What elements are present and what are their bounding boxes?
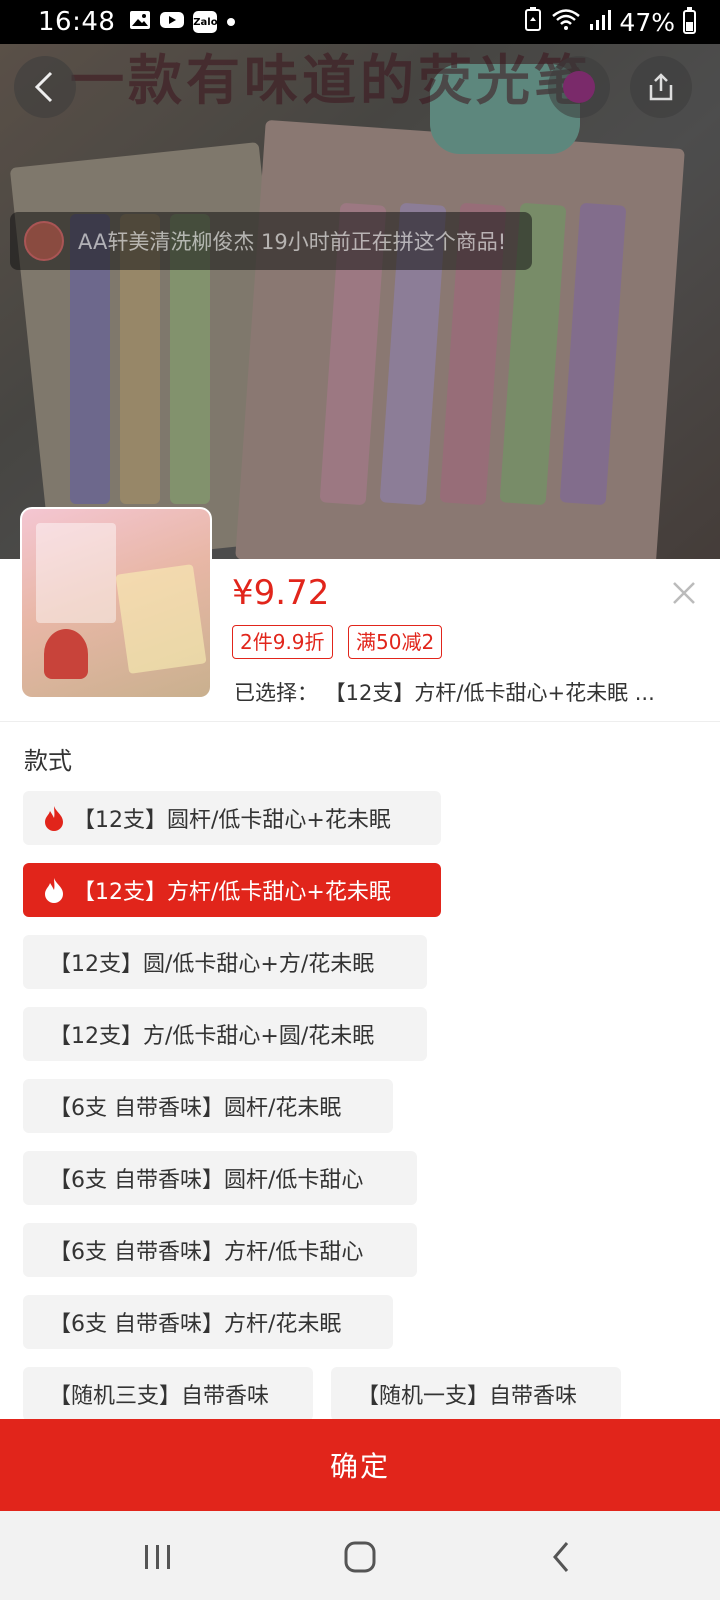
selected-variant-text: 已选择： 【12支】方杆/低卡甜心+花未眠 ... xyxy=(234,681,655,705)
android-nav-bar xyxy=(0,1511,720,1600)
style-option[interactable]: 【12支】圆杆/低卡甜心+花未眠 xyxy=(23,791,441,845)
status-time: 16:48 xyxy=(38,7,116,37)
status-right: 47% xyxy=(523,7,696,37)
status-bar: 16:48 Zalo 47% xyxy=(0,0,720,44)
sku-selection-sheet: ¥9.72 2件9.9折 满50减2 已选择： 【12支】方杆/低卡甜心+花未眠… xyxy=(0,509,720,1421)
hero-banner-text: 一款有味道的荧光笔 xyxy=(70,49,592,112)
style-option[interactable]: 【12支】方/低卡甜心+圆/花未眠 xyxy=(23,1007,427,1061)
product-price: ¥9.72 xyxy=(232,573,330,613)
battery-icon xyxy=(683,7,696,34)
back-button[interactable] xyxy=(14,56,76,118)
favorite-button[interactable] xyxy=(548,56,610,118)
dot-icon xyxy=(225,13,237,32)
product-thumbnail[interactable] xyxy=(22,509,210,697)
image-icon xyxy=(129,10,151,34)
hero-dim-overlay xyxy=(0,44,720,559)
product-hero-image: 一款有味道的荧光笔 AA轩美清洗柳俊杰 19小时前正在拼这个商品! xyxy=(0,44,720,559)
style-option-label: 【随机三支】自带香味 xyxy=(49,1384,270,1409)
close-icon xyxy=(673,582,695,604)
thumbnail-figure xyxy=(44,629,88,679)
style-option[interactable]: 【随机三支】自带香味 xyxy=(23,1367,313,1421)
wifi-icon xyxy=(551,7,581,37)
toast-text: AA轩美清洗柳俊杰 19小时前正在拼这个商品! xyxy=(78,230,507,254)
style-option[interactable]: 【12支】圆/低卡甜心+方/花未眠 xyxy=(23,935,427,989)
style-option-label: 【12支】圆杆/低卡甜心+花未眠 xyxy=(73,808,391,833)
style-option[interactable]: 【6支 自带香味】圆杆/低卡甜心 xyxy=(23,1151,417,1205)
zalo-icon: Zalo xyxy=(193,11,218,33)
group-buy-toast: AA轩美清洗柳俊杰 19小时前正在拼这个商品! xyxy=(10,212,532,270)
recent-apps-button[interactable] xyxy=(134,1533,182,1581)
style-option[interactable]: 【随机一支】自带香味 xyxy=(331,1367,621,1421)
share-button[interactable] xyxy=(630,56,692,118)
flame-icon xyxy=(45,806,63,831)
signal-icon xyxy=(589,8,612,37)
style-option-label: 【6支 自带香味】圆杆/花未眠 xyxy=(49,1096,342,1121)
home-button[interactable] xyxy=(336,1533,384,1581)
style-option-label: 【6支 自带香味】方杆/低卡甜心 xyxy=(49,1240,364,1265)
thumbnail-box xyxy=(36,523,116,623)
close-button[interactable] xyxy=(668,577,700,609)
youtube-icon xyxy=(159,10,185,34)
style-option-label: 【12支】圆/低卡甜心+方/花未眠 xyxy=(49,952,375,977)
recycle-icon xyxy=(523,7,543,37)
confirm-button[interactable]: 确定 xyxy=(0,1419,720,1511)
promo-tag: 满50减2 xyxy=(348,625,443,659)
back-icon xyxy=(553,1542,569,1572)
style-option-label: 【6支 自带香味】方杆/花未眠 xyxy=(49,1312,342,1337)
divider xyxy=(0,721,720,722)
chevron-left-icon xyxy=(34,71,53,103)
recent-apps-icon xyxy=(145,1545,170,1569)
style-option-label: 【6支 自带香味】圆杆/低卡甜心 xyxy=(49,1168,364,1193)
thumbnail-box xyxy=(115,564,207,674)
share-icon xyxy=(649,73,673,101)
style-option[interactable]: 【6支 自带香味】方杆/花未眠 xyxy=(23,1295,393,1349)
battery-percent: 47% xyxy=(619,7,675,37)
home-icon xyxy=(344,1541,376,1573)
status-app-icons: Zalo xyxy=(129,10,237,34)
section-title: 款式 xyxy=(24,747,72,775)
back-nav-button[interactable] xyxy=(538,1533,586,1581)
heart-icon xyxy=(563,71,595,103)
style-option[interactable]: 【6支 自带香味】方杆/低卡甜心 xyxy=(23,1223,417,1277)
style-option[interactable]: 【6支 自带香味】圆杆/花未眠 xyxy=(23,1079,393,1133)
style-option[interactable]: 【12支】方杆/低卡甜心+花未眠 xyxy=(23,863,441,917)
style-option-label: 【随机一支】自带香味 xyxy=(357,1384,578,1409)
flame-icon xyxy=(45,878,63,903)
style-option-label: 【12支】方/低卡甜心+圆/花未眠 xyxy=(49,1024,375,1049)
style-option-label: 【12支】方杆/低卡甜心+花未眠 xyxy=(73,880,391,905)
avatar xyxy=(24,221,64,261)
promo-tag: 2件9.9折 xyxy=(232,625,333,659)
